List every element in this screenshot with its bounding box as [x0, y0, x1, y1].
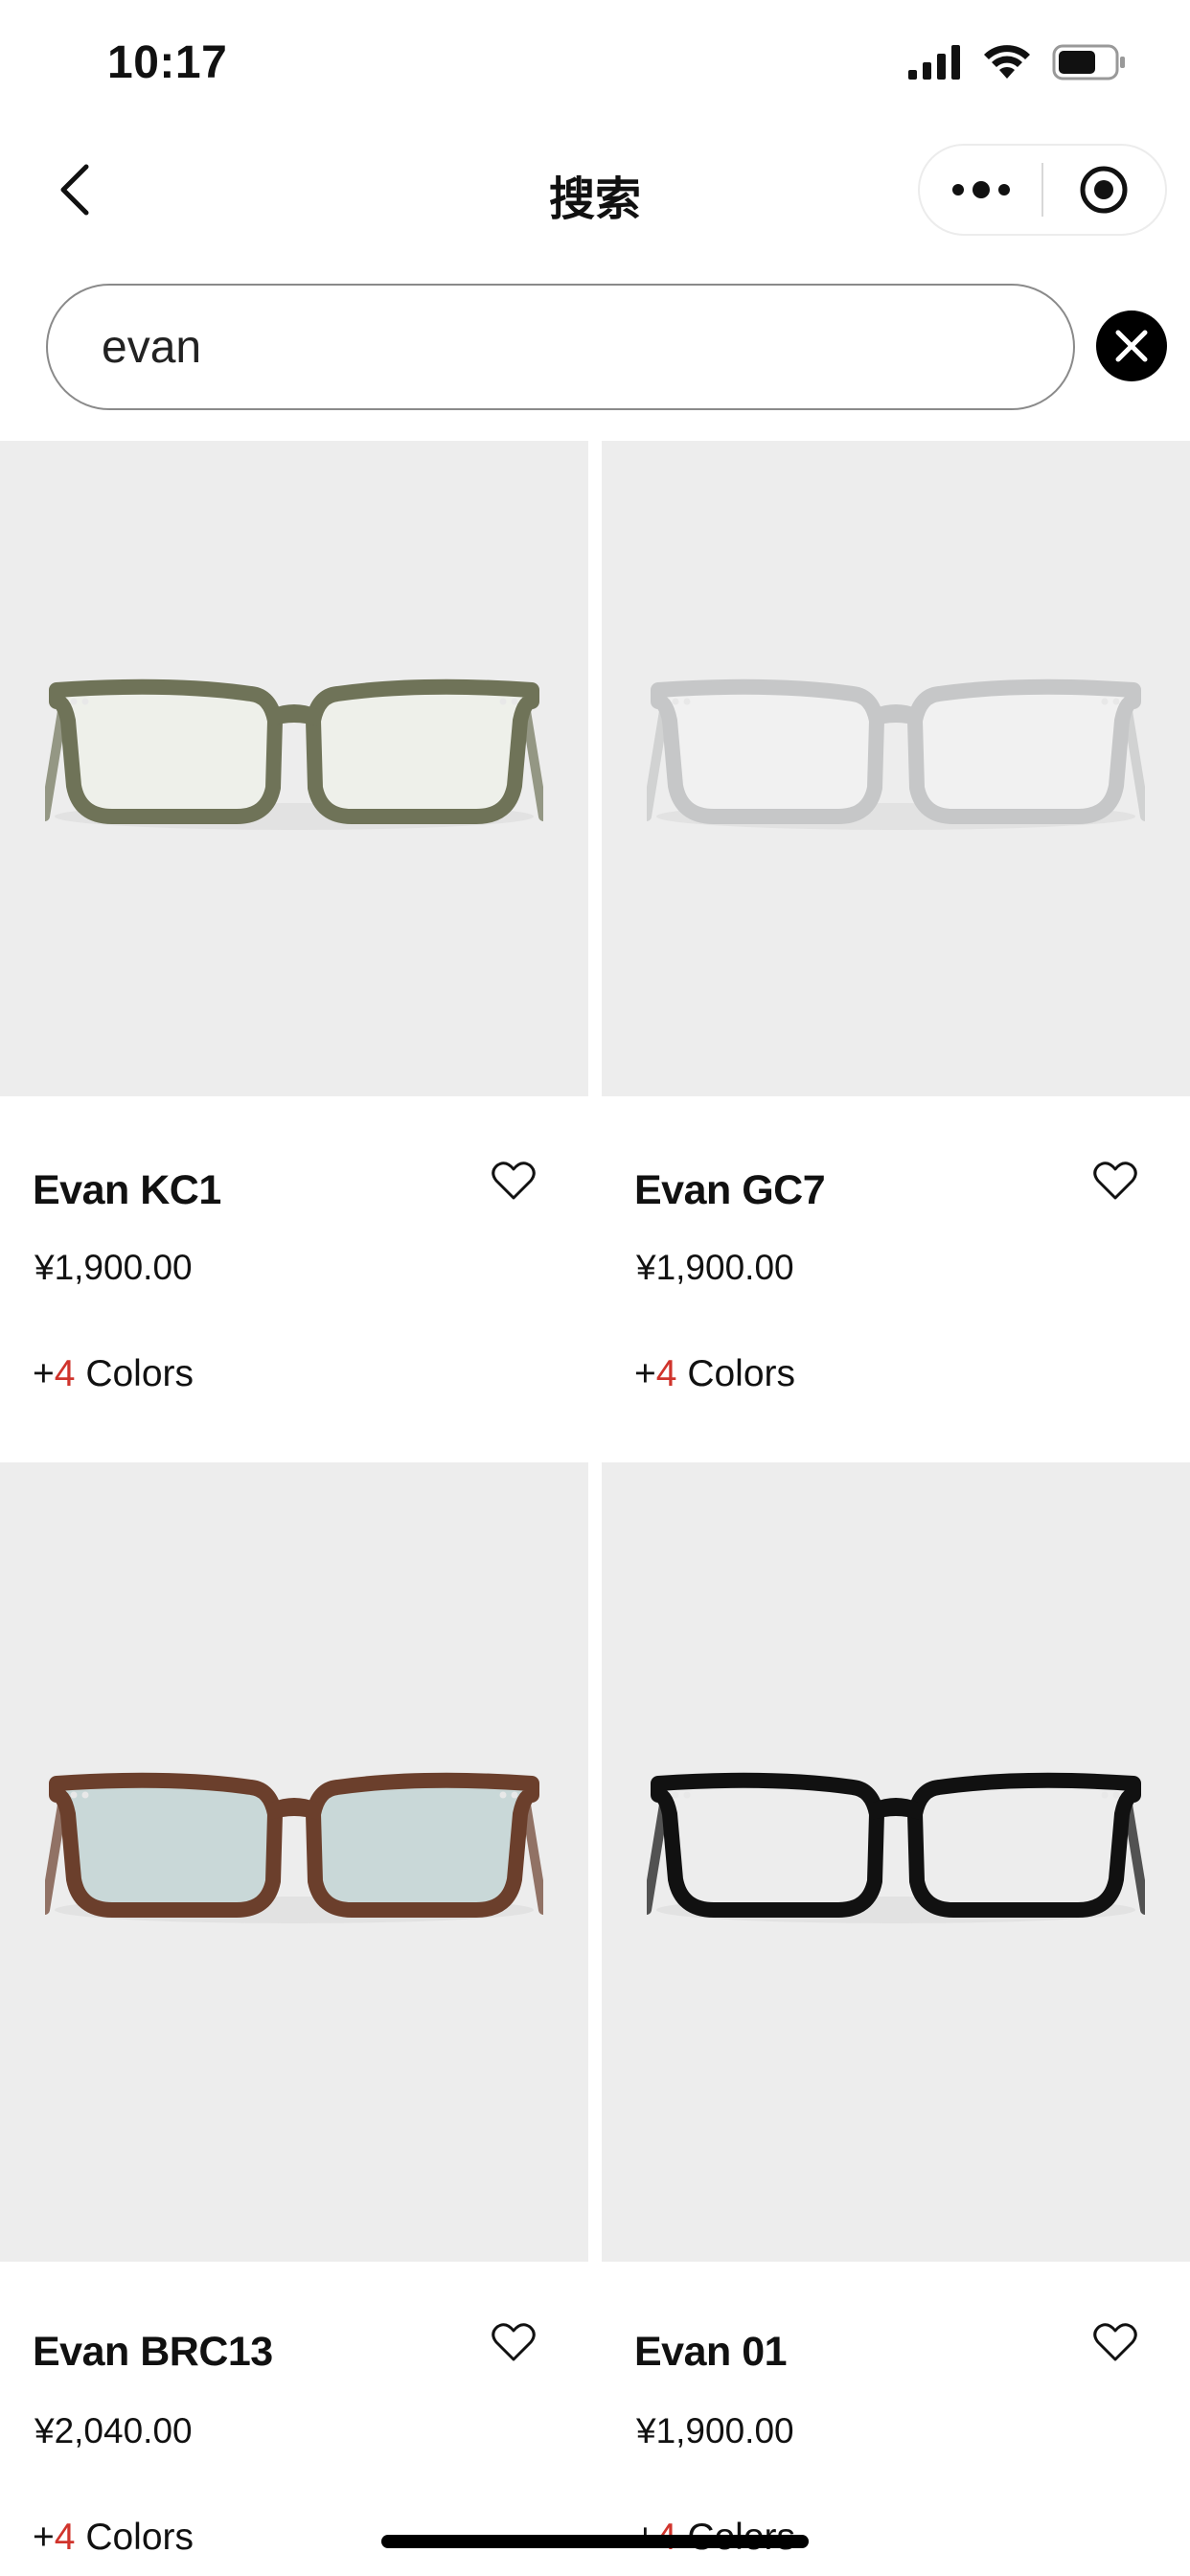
- heart-icon: [492, 2323, 536, 2361]
- product-card[interactable]: Evan 01¥1,900.00+4 Colors: [602, 1462, 1190, 2576]
- battery-icon: [1052, 44, 1125, 80]
- home-indicator: [381, 2535, 809, 2548]
- status-bar: 10:17: [0, 0, 1190, 130]
- colors-label: Colors: [676, 1353, 796, 1394]
- glasses-icon: [647, 678, 1145, 830]
- close-circle-icon: [1115, 330, 1148, 362]
- heart-icon: [492, 1162, 536, 1200]
- colors-count: 4: [54, 2517, 76, 2558]
- glasses-icon: [647, 1772, 1145, 1923]
- product-image[interactable]: [0, 1462, 588, 2262]
- status-time: 10:17: [107, 37, 228, 88]
- product-card[interactable]: Evan BRC13 ¥2,040.00 +4 Colors: [0, 1462, 588, 2576]
- more-dots-icon: [951, 181, 1010, 198]
- product-card[interactable]: Evan GC7 ¥1,900.00 +4 Colors: [602, 441, 1190, 1460]
- target-circle-icon: [1080, 166, 1128, 214]
- mini-program-capsule: [918, 144, 1167, 236]
- product-card[interactable]: Evan KC1 ¥1,900.00 +4 Colors: [0, 441, 588, 1460]
- colors-prefix: +: [634, 1353, 656, 1394]
- product-image[interactable]: [602, 1462, 1190, 2262]
- heart-icon: [1093, 2323, 1137, 2361]
- colors-label: Colors: [75, 1353, 195, 1394]
- favorite-button[interactable]: [1087, 2313, 1144, 2371]
- product-price: ¥2,040.00: [34, 2411, 193, 2450]
- glasses-icon: [45, 678, 543, 830]
- product-image[interactable]: [0, 441, 588, 1096]
- close-mini-program-button[interactable]: [1043, 146, 1165, 234]
- glasses-icon: [45, 1772, 543, 1923]
- product-colors[interactable]: +4 Colors: [33, 2517, 194, 2559]
- product-price: ¥1,900.00: [34, 1248, 193, 1287]
- product-name: Evan KC1: [33, 1167, 221, 1213]
- colors-prefix: +: [33, 1353, 55, 1394]
- more-button[interactable]: [920, 146, 1041, 234]
- colors-count: 4: [54, 1353, 76, 1394]
- search-input[interactable]: [46, 284, 1075, 410]
- wifi-icon: [984, 45, 1030, 79]
- colors-prefix: +: [33, 2517, 55, 2558]
- product-price: ¥1,900.00: [636, 2411, 794, 2450]
- signal-icon: [908, 45, 960, 80]
- favorite-button[interactable]: [485, 2313, 542, 2371]
- status-icons: [908, 44, 1127, 80]
- product-price: ¥1,900.00: [636, 1248, 794, 1287]
- heart-icon: [1093, 1162, 1137, 1200]
- product-name: Evan 01: [634, 2329, 788, 2375]
- nav-bar: 搜索: [0, 130, 1190, 249]
- product-colors[interactable]: +4 Colors: [634, 1353, 795, 1395]
- clear-search-button[interactable]: [1096, 310, 1167, 381]
- product-name: Evan BRC13: [33, 2329, 273, 2375]
- product-colors[interactable]: +4 Colors: [33, 1353, 194, 1395]
- favorite-button[interactable]: [1087, 1152, 1144, 1209]
- favorite-button[interactable]: [485, 1152, 542, 1209]
- colors-count: 4: [655, 1353, 677, 1394]
- product-image[interactable]: [602, 441, 1190, 1096]
- colors-label: Colors: [75, 2517, 195, 2558]
- product-name: Evan GC7: [634, 1167, 826, 1213]
